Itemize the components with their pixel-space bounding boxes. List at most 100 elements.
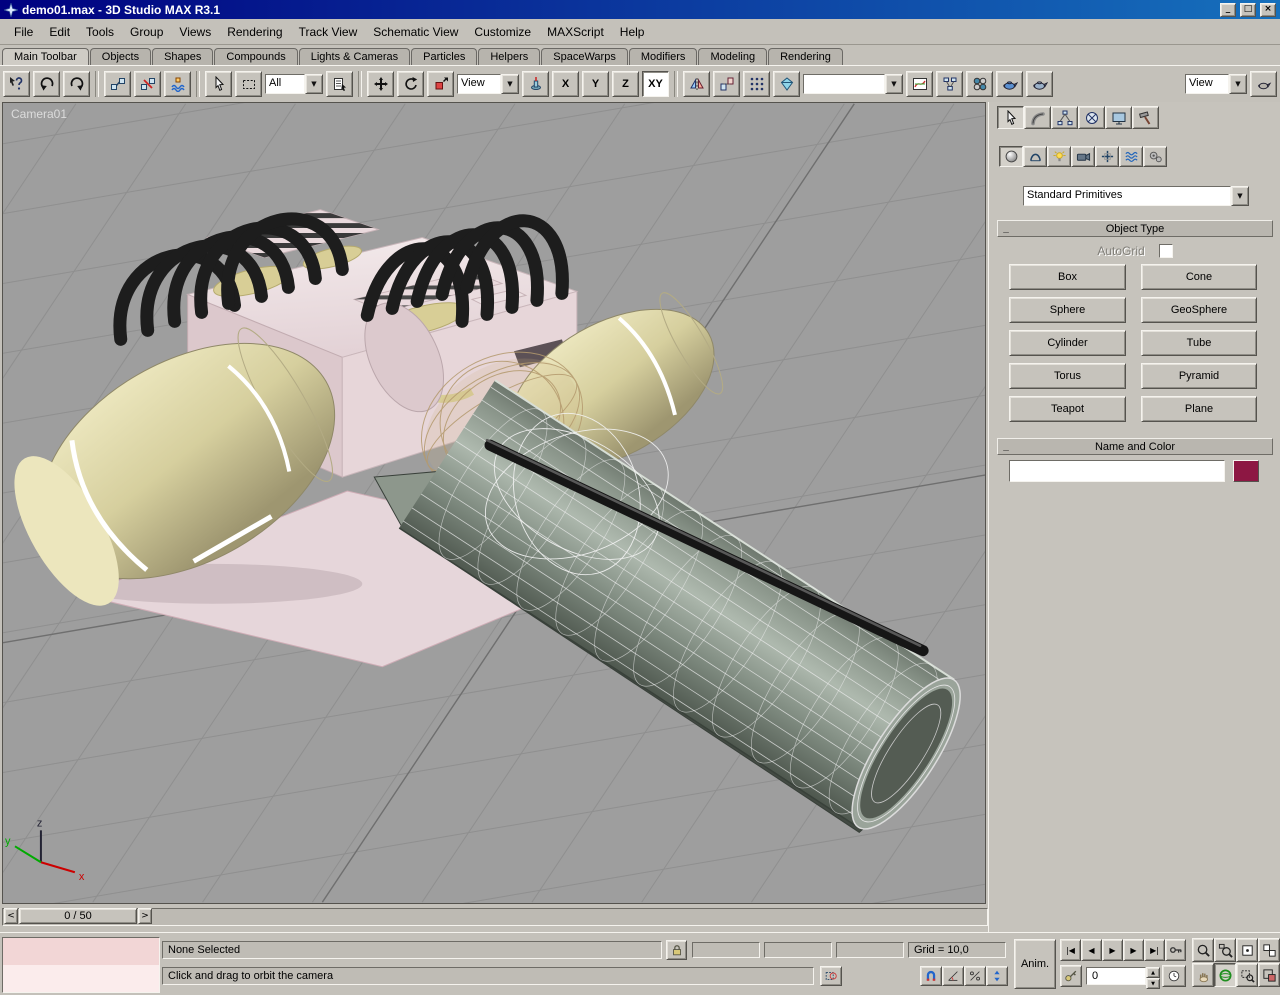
render-type-dropdown[interactable]: View ▼ (1185, 74, 1247, 94)
zoom-all-button[interactable] (1214, 938, 1236, 962)
name-color-rollout-header[interactable]: _ Name and Color (997, 438, 1273, 455)
category-helpers-button[interactable] (1095, 146, 1119, 167)
go-to-start-button[interactable]: |◀ (1060, 939, 1081, 961)
redo-button[interactable] (63, 71, 90, 97)
dropdown-arrow-icon[interactable]: ▼ (501, 74, 519, 94)
tab-create[interactable] (997, 106, 1024, 129)
select-and-scale-button[interactable] (427, 71, 454, 97)
menu-maxscript[interactable]: MAXScript (539, 21, 612, 43)
tab-utilities[interactable] (1132, 106, 1159, 129)
viewport-label[interactable]: Camera01 (11, 107, 67, 121)
named-selection-dropdown[interactable]: ▼ (803, 74, 903, 94)
restrict-y-button[interactable]: Y (582, 71, 609, 97)
tab-main-toolbar[interactable]: Main Toolbar (2, 48, 89, 65)
arc-rotate-button[interactable] (1214, 963, 1236, 987)
tab-spacewarps[interactable]: SpaceWarps (541, 48, 628, 65)
category-cameras-button[interactable] (1071, 146, 1095, 167)
tab-modeling[interactable]: Modeling (698, 48, 767, 65)
render-last-button[interactable] (1250, 71, 1277, 97)
schematic-view-button[interactable] (936, 71, 963, 97)
reference-coordinate-dropdown[interactable]: View ▼ (457, 74, 519, 94)
spinner-up-icon[interactable]: ▲ (1146, 967, 1160, 978)
menu-group[interactable]: Group (122, 21, 171, 43)
key-mode-toggle-button[interactable] (1165, 939, 1186, 961)
spinner-down-icon[interactable]: ▼ (1146, 978, 1160, 989)
dropdown-arrow-icon[interactable]: ▼ (1229, 74, 1247, 94)
lock-selection-button[interactable] (666, 940, 687, 960)
time-configuration-button[interactable] (1162, 965, 1186, 987)
current-frame-field[interactable]: 0 (1086, 967, 1146, 985)
category-lights-button[interactable] (1047, 146, 1071, 167)
tab-motion[interactable] (1078, 106, 1105, 129)
menu-schematic-view[interactable]: Schematic View (365, 21, 466, 43)
create-tube-button[interactable]: Tube (1141, 330, 1257, 356)
time-slider-handle[interactable]: 0 / 50 (19, 908, 137, 924)
select-by-name-button[interactable] (326, 71, 353, 97)
tab-modifiers[interactable]: Modifiers (629, 48, 698, 65)
menu-tools[interactable]: Tools (78, 21, 122, 43)
align-button[interactable] (713, 71, 740, 97)
spacing-tool-button[interactable] (773, 71, 800, 97)
camera-viewport[interactable]: z x y Camera01 (2, 102, 986, 904)
previous-frame-button[interactable]: ◀ (1081, 939, 1102, 961)
object-type-rollout-header[interactable]: _ Object Type (997, 220, 1273, 237)
maximize-button[interactable]: □ (1240, 3, 1256, 17)
coordinate-x-field[interactable] (692, 942, 760, 958)
time-slider-prev-button[interactable]: < (4, 908, 18, 924)
menu-edit[interactable]: Edit (41, 21, 78, 43)
animate-mode-button[interactable]: Anim. (1014, 939, 1056, 989)
tab-hierarchy[interactable] (1051, 106, 1078, 129)
restrict-z-button[interactable]: Z (612, 71, 639, 97)
select-object-button[interactable] (205, 71, 232, 97)
use-pivot-point-button[interactable] (522, 71, 549, 97)
quick-render-button[interactable] (1026, 71, 1053, 97)
tab-helpers[interactable]: Helpers (478, 48, 540, 65)
select-and-link-button[interactable] (104, 71, 131, 97)
tab-objects[interactable]: Objects (90, 48, 151, 65)
tab-rendering[interactable]: Rendering (768, 48, 843, 65)
zoom-region-button[interactable] (1236, 963, 1258, 987)
create-cylinder-button[interactable]: Cylinder (1009, 330, 1126, 356)
time-slider-next-button[interactable]: > (138, 908, 152, 924)
unlink-selection-button[interactable] (134, 71, 161, 97)
array-button[interactable] (743, 71, 770, 97)
percent-snap-toggle-button[interactable] (964, 966, 986, 986)
menu-customize[interactable]: Customize (466, 21, 539, 43)
select-and-move-button[interactable] (367, 71, 394, 97)
category-shapes-button[interactable] (1023, 146, 1047, 167)
restrict-xy-plane-button[interactable]: XY (642, 71, 669, 97)
create-box-button[interactable]: Box (1009, 264, 1126, 290)
minimize-button[interactable]: _ (1220, 3, 1236, 17)
tab-compounds[interactable]: Compounds (214, 48, 297, 65)
mirror-button[interactable] (683, 71, 710, 97)
pan-button[interactable] (1192, 963, 1214, 987)
snap-toggle-button[interactable] (920, 966, 942, 986)
macro-recorder-pane[interactable] (3, 938, 159, 965)
close-button[interactable]: × (1260, 3, 1276, 17)
menu-help[interactable]: Help (612, 21, 653, 43)
tab-shapes[interactable]: Shapes (152, 48, 213, 65)
spinner-snap-toggle-button[interactable] (986, 966, 1008, 986)
tab-modify[interactable] (1024, 106, 1051, 129)
material-editor-button[interactable] (966, 71, 993, 97)
selection-filter-dropdown[interactable]: All ▼ (265, 74, 323, 94)
category-systems-button[interactable] (1143, 146, 1167, 167)
menu-file[interactable]: File (6, 21, 41, 43)
create-sphere-button[interactable]: Sphere (1009, 297, 1126, 323)
min-max-toggle-button[interactable] (1258, 963, 1280, 987)
dropdown-arrow-icon[interactable]: ▼ (885, 74, 903, 94)
tab-display[interactable] (1105, 106, 1132, 129)
menu-rendering[interactable]: Rendering (219, 21, 290, 43)
next-frame-button[interactable]: ▶ (1123, 939, 1144, 961)
track-view-button[interactable] (906, 71, 933, 97)
menu-views[interactable]: Views (171, 21, 219, 43)
category-geometry-button[interactable] (999, 146, 1023, 167)
zoom-button[interactable] (1192, 938, 1214, 962)
help-mode-button[interactable] (3, 71, 30, 97)
coordinate-z-field[interactable] (836, 942, 904, 958)
autogrid-checkbox[interactable] (1159, 244, 1173, 258)
create-teapot-button[interactable]: Teapot (1009, 396, 1126, 422)
render-scene-button[interactable] (996, 71, 1023, 97)
category-space-warps-button[interactable] (1119, 146, 1143, 167)
bind-to-space-warp-button[interactable] (164, 71, 191, 97)
